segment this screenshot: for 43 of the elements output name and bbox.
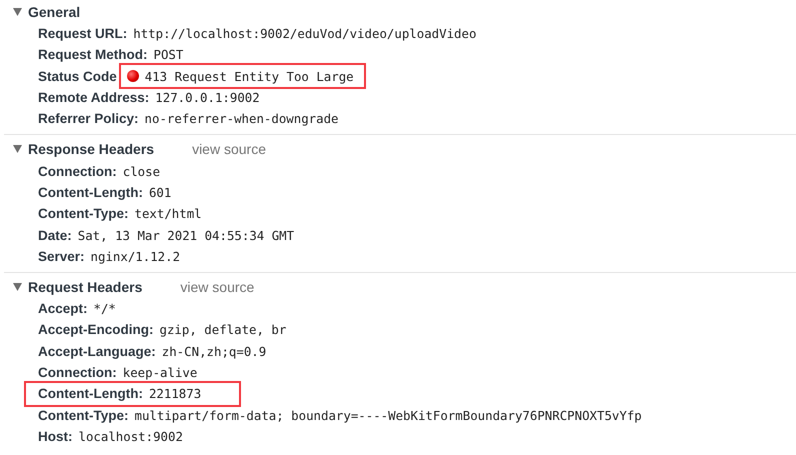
header-name: Host: xyxy=(38,428,72,444)
header-value: multipart/form-data; boundary=----WebKitFormBoundary76PNRCPNOXT5vYfp xyxy=(134,408,642,423)
header-name: Connection: xyxy=(38,164,117,179)
header-name: Content-Length: xyxy=(38,184,143,200)
header-value: POST xyxy=(154,47,184,62)
header-value: 127.0.0.1:9002 xyxy=(155,90,260,106)
view-source-link[interactable]: view source xyxy=(192,141,266,158)
header-name: Request URL: xyxy=(38,26,128,42)
header-name: Accept-Encoding: xyxy=(38,322,154,338)
header-value: zh-CN,zh;q=0.9 xyxy=(162,344,266,359)
header-value: http://localhost:9002/eduVod/video/uploadVideo xyxy=(133,26,476,42)
header-name: Content-Type: xyxy=(38,206,128,222)
section-title[interactable]: Request Headers xyxy=(28,278,142,295)
expanded-triangle-icon[interactable] xyxy=(13,8,22,16)
header-name: Accept-Language: xyxy=(38,344,156,359)
header-name: Content-Length: xyxy=(38,386,143,402)
header-value: 2211873 xyxy=(148,386,202,402)
view-source-link[interactable]: view source xyxy=(180,278,254,295)
section-title[interactable]: Response Headers xyxy=(28,141,154,158)
header-name: Accept: xyxy=(38,301,88,316)
header-name: Status Code xyxy=(38,68,117,84)
header-value: nginx/1.12.2 xyxy=(90,248,180,264)
status-dot-icon xyxy=(126,70,139,82)
header-name: Request Method: xyxy=(38,47,148,62)
header-value: localhost:9002 xyxy=(78,428,183,444)
section-title[interactable]: General xyxy=(28,4,80,20)
header-value: Sat, 13 Mar 2021 04:55:34 GMT xyxy=(78,228,294,243)
expanded-triangle-icon[interactable] xyxy=(13,282,22,291)
header-value: keep-alive xyxy=(122,365,198,380)
header-name: Server: xyxy=(38,248,85,264)
header-value: */* xyxy=(94,301,116,316)
header-value: 601 xyxy=(148,184,172,200)
header-value: gzip, deflate, br xyxy=(160,322,286,338)
header-name: Connection: xyxy=(38,365,117,380)
header-value: 413 Request Entity Too Large xyxy=(144,68,354,84)
header-name: Referrer Policy: xyxy=(38,111,139,126)
expanded-triangle-icon[interactable] xyxy=(13,145,22,154)
header-name: Date: xyxy=(38,228,72,243)
header-value: no-referrer-when-downgrade xyxy=(144,111,339,126)
header-value: close xyxy=(122,164,160,179)
header-value: text/html xyxy=(134,206,202,222)
header-name: Content-Type: xyxy=(38,408,128,423)
header-name: Remote Address: xyxy=(38,90,150,106)
